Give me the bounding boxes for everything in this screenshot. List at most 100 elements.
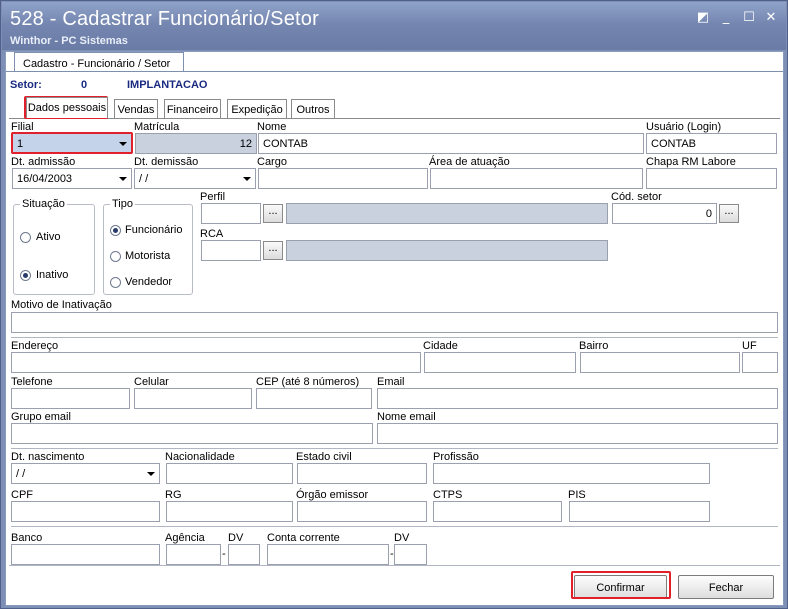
telefone-input[interactable]: [11, 388, 130, 409]
cargo-label: Cargo: [257, 156, 287, 168]
cep-input[interactable]: [256, 388, 372, 409]
dt-admissao-value: 16/04/2003: [17, 173, 73, 185]
dv-label: DV: [228, 532, 244, 544]
ativo-label: Ativo: [36, 231, 61, 243]
agencia-label: Agência: [165, 532, 205, 544]
rg-input[interactable]: [166, 501, 293, 522]
minimize-icon[interactable]: _: [718, 10, 734, 26]
perfil-label: Perfil: [200, 191, 226, 203]
orgao-label: Órgão emissor: [296, 489, 369, 501]
fechar-button[interactable]: Fechar: [678, 575, 774, 599]
window: 528 - Cadastrar Funcionário/Setor Wintho…: [0, 0, 788, 609]
separator: [11, 337, 778, 338]
confirmar-button[interactable]: Confirmar: [574, 575, 667, 599]
dt-demissao-select[interactable]: / /: [134, 168, 256, 189]
pis-label: PIS: [568, 489, 586, 501]
situacao-label: Situação: [20, 198, 67, 210]
filial-label: Filial: [11, 121, 34, 133]
area-input[interactable]: [430, 168, 643, 189]
celular-label: Celular: [134, 376, 169, 388]
cod-setor-input[interactable]: 0: [612, 203, 717, 224]
banco-input[interactable]: [11, 544, 160, 565]
ctps-input[interactable]: [433, 501, 562, 522]
motorista-radio[interactable]: [110, 251, 121, 262]
dt-nascimento-value: / /: [16, 468, 26, 480]
motivo-input[interactable]: [11, 312, 778, 333]
cod-setor-label: Cód. setor: [611, 191, 662, 203]
perfil-search-button[interactable]: ...: [263, 204, 283, 223]
cidade-input[interactable]: [424, 352, 576, 373]
rca-description: [286, 240, 608, 261]
funcionario-label: Funcionário: [125, 224, 183, 236]
cidade-label: Cidade: [423, 340, 458, 352]
perfil-code-input[interactable]: [201, 203, 261, 224]
orgao-input[interactable]: [297, 501, 427, 522]
usuario-input[interactable]: CONTAB: [646, 133, 777, 154]
nome-email-input[interactable]: [377, 423, 778, 444]
tab-outros[interactable]: Outros: [291, 99, 335, 118]
pis-input[interactable]: [569, 501, 710, 522]
dv-input[interactable]: [228, 544, 260, 565]
tab-financeiro[interactable]: Financeiro: [164, 99, 221, 118]
chevron-down-icon: [243, 177, 251, 181]
profissao-label: Profissão: [433, 451, 479, 463]
cargo-input[interactable]: [258, 168, 428, 189]
rca-code-input[interactable]: [201, 240, 261, 261]
funcionario-radio[interactable]: [110, 225, 121, 236]
conta-input[interactable]: [267, 544, 389, 565]
tab-dados-pessoais[interactable]: Dados pessoais: [26, 97, 108, 118]
tipo-group: Tipo Funcionário Motorista Vendedor: [103, 198, 193, 295]
dt-demissao-label: Dt. demissão: [134, 156, 199, 168]
setor-code: 0: [81, 79, 88, 91]
chevron-down-icon: [119, 177, 127, 181]
vendedor-radio[interactable]: [110, 277, 121, 288]
email-label: Email: [377, 376, 405, 388]
tab-vendas[interactable]: Vendas: [114, 99, 158, 118]
inativo-radio[interactable]: [20, 270, 31, 281]
filial-value: 1: [17, 138, 24, 150]
title-bar[interactable]: 528 - Cadastrar Funcionário/Setor Wintho…: [2, 2, 786, 50]
profissao-input[interactable]: [433, 463, 710, 484]
chapa-label: Chapa RM Labore: [646, 156, 736, 168]
rca-search-button[interactable]: ...: [263, 241, 283, 260]
email-input[interactable]: [377, 388, 778, 409]
nome-label: Nome: [257, 121, 287, 133]
maximize-icon[interactable]: ☐: [741, 10, 757, 26]
bairro-input[interactable]: [580, 352, 740, 373]
tab-cadastro[interactable]: Cadastro - Funcionário / Setor: [14, 52, 184, 72]
nome-input[interactable]: CONTAB: [258, 133, 644, 154]
endereco-input[interactable]: [11, 352, 421, 373]
tipo-label: Tipo: [110, 198, 135, 210]
motorista-label: Motorista: [125, 250, 171, 262]
endereco-label: Endereço: [11, 340, 59, 352]
estado-civil-label: Estado civil: [296, 451, 352, 463]
agencia-input[interactable]: [166, 544, 221, 565]
grupo-email-input[interactable]: [11, 423, 373, 444]
nacionalidade-input[interactable]: [166, 463, 293, 484]
dt-nascimento-label: Dt. nascimento: [11, 451, 85, 463]
estado-civil-input[interactable]: [297, 463, 427, 484]
cep-label: CEP (até 8 números): [256, 376, 360, 388]
telefone-label: Telefone: [11, 376, 53, 388]
dt-admissao-select[interactable]: 16/04/2003: [12, 168, 132, 189]
tab-expedicao[interactable]: Expedição: [227, 99, 287, 118]
cod-setor-search-button[interactable]: ...: [719, 204, 739, 223]
chapa-input[interactable]: [646, 168, 777, 189]
close-icon[interactable]: ✕: [763, 10, 779, 26]
dt-admissao-label: Dt. admissão: [11, 156, 76, 168]
bairro-label: Bairro: [579, 340, 609, 352]
rg-label: RG: [165, 489, 182, 501]
restore-icon[interactable]: ◩: [695, 10, 711, 26]
filial-select[interactable]: 1: [12, 133, 132, 154]
perfil-description: [286, 203, 608, 224]
rca-label: RCA: [200, 228, 224, 240]
button-bar: Confirmar Fechar: [9, 565, 780, 603]
dt-nascimento-select[interactable]: / /: [11, 463, 160, 484]
uf-label: UF: [742, 340, 757, 352]
uf-input[interactable]: [742, 352, 778, 373]
cpf-input[interactable]: [11, 501, 160, 522]
celular-input[interactable]: [134, 388, 252, 409]
dv2-input[interactable]: [394, 544, 427, 565]
ativo-radio[interactable]: [20, 232, 31, 243]
agencia-dash: -: [222, 548, 226, 560]
